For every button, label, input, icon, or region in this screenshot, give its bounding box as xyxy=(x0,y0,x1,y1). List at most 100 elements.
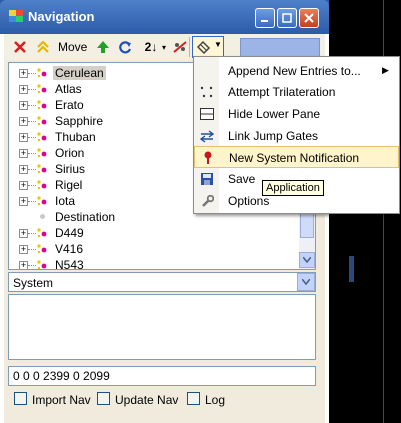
expand-toggle-icon[interactable]: + xyxy=(19,245,28,254)
jump-gate-menu-button[interactable]: ▼ xyxy=(192,36,224,58)
delete-button[interactable] xyxy=(12,38,28,56)
tree-item-label: Iota xyxy=(55,194,76,208)
refresh-icon xyxy=(118,40,131,53)
maximize-button[interactable] xyxy=(277,8,297,28)
tree-connector xyxy=(28,201,36,202)
expand-toggle-icon[interactable]: + xyxy=(19,69,28,78)
expand-toggle-icon[interactable]: + xyxy=(19,149,28,158)
tree-item-label: D449 xyxy=(55,226,84,240)
broken-link-icon xyxy=(173,41,187,53)
tree-connector xyxy=(28,169,36,170)
scroll-down-button[interactable] xyxy=(299,252,315,268)
tree-item-label: Destination xyxy=(55,210,116,224)
tree-item-label: Atlas xyxy=(55,82,82,96)
close-button[interactable] xyxy=(299,8,319,28)
update-nav-checkbox[interactable] xyxy=(97,392,110,405)
link-gates-icon xyxy=(200,129,214,143)
tree-connector xyxy=(28,153,36,154)
star-system-icon xyxy=(37,164,47,174)
tooltip: Application xyxy=(262,180,324,196)
lower-pane-textbox[interactable] xyxy=(8,294,316,360)
tree-item[interactable]: + V416 xyxy=(9,241,309,257)
trilateration-icon xyxy=(200,85,214,99)
tree-connector xyxy=(28,249,36,250)
star-system-icon xyxy=(37,260,47,269)
refresh-button[interactable] xyxy=(118,38,132,56)
tree-connector xyxy=(28,137,36,138)
update-nav-label[interactable]: Update Nav xyxy=(115,393,178,407)
minimize-icon xyxy=(261,20,268,22)
expand-toggle-icon[interactable]: + xyxy=(19,261,28,269)
window-title: Navigation xyxy=(28,9,95,24)
move-up-button[interactable] xyxy=(96,38,110,56)
star-system-icon xyxy=(37,68,47,78)
expand-toggle-icon[interactable]: + xyxy=(19,197,28,206)
tree-item-label: Sapphire xyxy=(55,114,104,128)
move-label[interactable]: Move xyxy=(58,38,87,56)
sort-dropdown-arrow[interactable]: ▾ xyxy=(160,38,168,56)
import-nav-label[interactable]: Import Nav xyxy=(32,393,91,407)
star-system-icon xyxy=(37,132,47,142)
double-up-arrow-icon xyxy=(37,41,49,53)
expand-toggle-icon[interactable]: + xyxy=(19,165,28,174)
menu-item-append-label: Append New Entries to... xyxy=(228,64,361,78)
menu-item-trilateration-label: Attempt Trilateration xyxy=(228,85,336,99)
toolbar-panel xyxy=(240,38,320,58)
system-dropdown-button[interactable] xyxy=(297,273,315,291)
menu-item-save-label: Save xyxy=(228,172,256,186)
green-up-arrow-icon xyxy=(97,41,109,53)
system-dropdown[interactable] xyxy=(8,272,316,292)
expand-toggle-icon[interactable]: + xyxy=(19,101,28,110)
tree-item-label: Thuban xyxy=(55,130,96,144)
log-label[interactable]: Log xyxy=(205,393,225,407)
background-fragment xyxy=(349,256,354,282)
tree-item[interactable]: + D449 xyxy=(9,225,309,241)
tree-connector xyxy=(28,89,36,90)
star-system-icon xyxy=(37,148,47,158)
tree-connector xyxy=(28,185,36,186)
expand-toggle-icon[interactable]: + xyxy=(19,117,28,126)
expand-toggle-icon[interactable]: + xyxy=(19,229,28,238)
star-system-icon xyxy=(37,100,47,110)
menu-item-append[interactable]: Append New Entries to... ▶ xyxy=(194,60,399,82)
unlink-button[interactable] xyxy=(173,38,187,56)
sort-button[interactable]: 2↓ xyxy=(140,38,162,56)
log-checkbox[interactable] xyxy=(187,392,200,405)
menu-item-new-system-notification-label: New System Notification xyxy=(229,151,360,165)
tree-item-label: Cerulean xyxy=(53,66,106,80)
expand-toggle-icon[interactable]: + xyxy=(19,181,28,190)
tree-connector xyxy=(28,121,36,122)
tree-item-label: Erato xyxy=(55,98,84,112)
destination-dot-icon xyxy=(40,214,45,219)
menu-item-new-system-notification[interactable]: New System Notification xyxy=(194,146,399,168)
tree-item[interactable]: + N543 xyxy=(9,257,309,270)
expand-toggle-icon[interactable]: + xyxy=(19,133,28,142)
menu-item-options-label: Options xyxy=(228,194,270,208)
chevron-down-icon xyxy=(303,257,311,263)
options-wrench-icon xyxy=(200,194,214,208)
import-nav-checkbox[interactable] xyxy=(14,392,27,405)
move-top-button[interactable] xyxy=(35,38,51,56)
menu-item-hide-lower-pane[interactable]: Hide Lower Pane xyxy=(194,103,399,125)
tree-item-label: Sirius xyxy=(55,162,86,176)
jump-gate-icon xyxy=(196,40,211,54)
menu-item-trilateration[interactable]: Attempt Trilateration xyxy=(194,81,399,103)
save-icon xyxy=(200,172,214,186)
pane-icon xyxy=(200,107,214,121)
star-system-icon xyxy=(37,180,47,190)
tree-connector xyxy=(28,233,36,234)
menu-item-link-jump-gates[interactable]: Link Jump Gates xyxy=(194,125,399,147)
chevron-down-icon xyxy=(302,279,310,285)
scrollbar-thumb[interactable] xyxy=(300,210,314,238)
tree-connector xyxy=(28,265,36,266)
tree-item-label: N543 xyxy=(55,258,84,270)
red-x-icon xyxy=(14,41,26,53)
system-dropdown-value: System xyxy=(13,276,54,290)
toolbar-separator xyxy=(189,37,190,57)
tree-connector xyxy=(28,73,36,74)
expand-toggle-icon[interactable]: + xyxy=(19,85,28,94)
app-icon xyxy=(9,10,23,22)
chevron-down-icon: ▼ xyxy=(214,40,222,49)
minimize-button[interactable] xyxy=(255,8,275,28)
coordinates-value: 0 0 0 2399 0 2099 xyxy=(13,369,110,383)
